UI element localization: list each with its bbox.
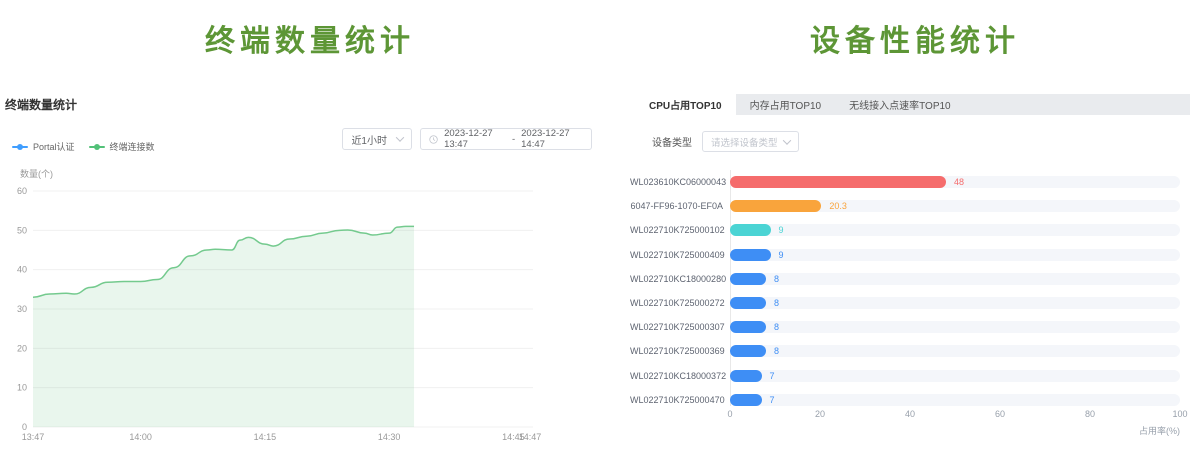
legend-label: 终端连接数 bbox=[110, 140, 155, 153]
bar-value-label: 8 bbox=[774, 322, 779, 332]
bar-x-tick-label: 40 bbox=[890, 409, 930, 419]
bar-track bbox=[730, 345, 1180, 357]
bar-category-label: WL022710KC18000280 bbox=[630, 274, 723, 284]
bar-value-label: 9 bbox=[779, 250, 784, 260]
y-tick-label: 30 bbox=[17, 304, 27, 314]
bar-category-label: WL023610KC06000043 bbox=[630, 177, 723, 187]
bar-fill[interactable] bbox=[730, 200, 821, 212]
bar-row: WL022710K725000102 9 bbox=[630, 218, 1190, 242]
x-tick-label: 14:30 bbox=[378, 432, 401, 442]
bar-value-label: 7 bbox=[770, 371, 775, 381]
time-range-select-value: 近1小时 bbox=[351, 132, 387, 147]
cpu-top10-bar-chart: 占用率(%) WL023610KC06000043 48 6047-FF96-107… bbox=[630, 0, 1200, 456]
bar-track bbox=[730, 200, 1180, 212]
y-tick-label: 60 bbox=[17, 186, 27, 196]
bar-value-label: 8 bbox=[774, 346, 779, 356]
area-fill bbox=[33, 226, 414, 427]
bar-x-tick-label: 0 bbox=[710, 409, 750, 419]
y-axis-name: 数量(个) bbox=[20, 167, 53, 180]
bar-chart-x-axis-name: 占用率(%) bbox=[1110, 424, 1180, 437]
y-tick-label: 40 bbox=[17, 265, 27, 275]
bar-row: WL022710K725000369 8 bbox=[630, 339, 1190, 363]
bar-category-label: WL022710K725000470 bbox=[630, 395, 723, 405]
x-tick-label: 14:47 bbox=[519, 432, 542, 442]
y-tick-label: 0 bbox=[22, 422, 27, 432]
time-range-select[interactable]: 近1小时 bbox=[342, 128, 412, 150]
line-chart-controls: 近1小时 2023-12-27 13:47 - 2023-12-27 14:47 bbox=[342, 128, 592, 150]
bar-value-label: 48 bbox=[954, 177, 964, 187]
bar-fill[interactable] bbox=[730, 176, 946, 188]
date-range-start: 2023-12-27 13:47 bbox=[444, 128, 506, 150]
bar-x-tick-label: 20 bbox=[800, 409, 840, 419]
terminal-count-line-chart[interactable]: 010203040506013:4714:0014:1514:3014:4514… bbox=[0, 180, 600, 450]
bar-x-tick-label: 60 bbox=[980, 409, 1020, 419]
bar-fill[interactable] bbox=[730, 273, 766, 285]
bar-row: WL022710K725000307 8 bbox=[630, 315, 1190, 339]
bar-fill[interactable] bbox=[730, 297, 766, 309]
bar-value-label: 8 bbox=[774, 298, 779, 308]
bar-row: 6047-FF96-1070-EF0A 20.3 bbox=[630, 194, 1190, 218]
x-tick-label: 14:00 bbox=[129, 432, 152, 442]
bar-track bbox=[730, 370, 1180, 382]
bar-value-label: 9 bbox=[779, 225, 784, 235]
bar-fill[interactable] bbox=[730, 370, 762, 382]
y-tick-label: 50 bbox=[17, 225, 27, 235]
legend-label: Portal认证 bbox=[33, 140, 75, 153]
bar-category-label: WL022710KC18000372 bbox=[630, 371, 723, 381]
date-range-end: 2023-12-27 14:47 bbox=[521, 128, 583, 150]
chevron-down-icon bbox=[396, 133, 404, 141]
bar-row: WL022710K725000409 9 bbox=[630, 243, 1190, 267]
bar-fill[interactable] bbox=[730, 345, 766, 357]
bar-category-label: WL022710K725000307 bbox=[630, 322, 723, 332]
date-range-separator: - bbox=[512, 134, 515, 145]
bar-track bbox=[730, 273, 1180, 285]
y-tick-label: 10 bbox=[17, 383, 27, 393]
bar-category-label: WL022710K725000409 bbox=[630, 250, 723, 260]
bar-fill[interactable] bbox=[730, 321, 766, 333]
bar-fill[interactable] bbox=[730, 224, 771, 236]
bar-category-label: WL022710K725000369 bbox=[630, 346, 723, 356]
bar-category-label: 6047-FF96-1070-EF0A bbox=[630, 201, 723, 211]
bar-row: WL022710KC18000372 7 bbox=[630, 364, 1190, 388]
bar-x-tick-label: 80 bbox=[1070, 409, 1110, 419]
bar-category-label: WL022710K725000272 bbox=[630, 298, 723, 308]
legend-line-dot-icon bbox=[12, 146, 28, 148]
line-chart-panel-title: 终端数量统计 bbox=[5, 96, 77, 113]
terminal-count-section: 终端数量统计 终端数量统计 近1小时 2023-12-27 13:47 - 20… bbox=[0, 0, 620, 456]
bar-row: WL022710KC18000280 8 bbox=[630, 267, 1190, 291]
bar-x-tick-label: 100 bbox=[1160, 409, 1200, 419]
legend-line-dot-icon bbox=[89, 146, 105, 148]
y-tick-label: 20 bbox=[17, 343, 27, 353]
bar-value-label: 8 bbox=[774, 274, 779, 284]
bar-row: WL023610KC06000043 48 bbox=[630, 170, 1190, 194]
bar-category-label: WL022710K725000102 bbox=[630, 225, 723, 235]
clock-icon bbox=[429, 134, 438, 145]
bar-fill[interactable] bbox=[730, 394, 762, 406]
bar-track bbox=[730, 297, 1180, 309]
bar-value-label: 7 bbox=[770, 395, 775, 405]
bar-track bbox=[730, 394, 1180, 406]
legend-item-0[interactable]: Portal认证 bbox=[12, 140, 75, 153]
bar-value-label: 20.3 bbox=[829, 201, 847, 211]
line-chart-legend: Portal认证 终端连接数 bbox=[12, 140, 155, 153]
bar-track bbox=[730, 249, 1180, 261]
x-tick-label: 13:47 bbox=[22, 432, 45, 442]
x-tick-label: 14:15 bbox=[254, 432, 277, 442]
bar-row: WL022710K725000272 8 bbox=[630, 291, 1190, 315]
legend-item-1[interactable]: 终端连接数 bbox=[89, 140, 155, 153]
bar-fill[interactable] bbox=[730, 249, 771, 261]
date-range-picker[interactable]: 2023-12-27 13:47 - 2023-12-27 14:47 bbox=[420, 128, 592, 150]
bar-track bbox=[730, 224, 1180, 236]
bar-track bbox=[730, 321, 1180, 333]
left-section-title: 终端数量统计 bbox=[0, 16, 620, 60]
device-performance-section: 设备性能统计 CPU占用TOP10 内存占用TOP10 无线接入点速率TOP10… bbox=[630, 0, 1200, 456]
